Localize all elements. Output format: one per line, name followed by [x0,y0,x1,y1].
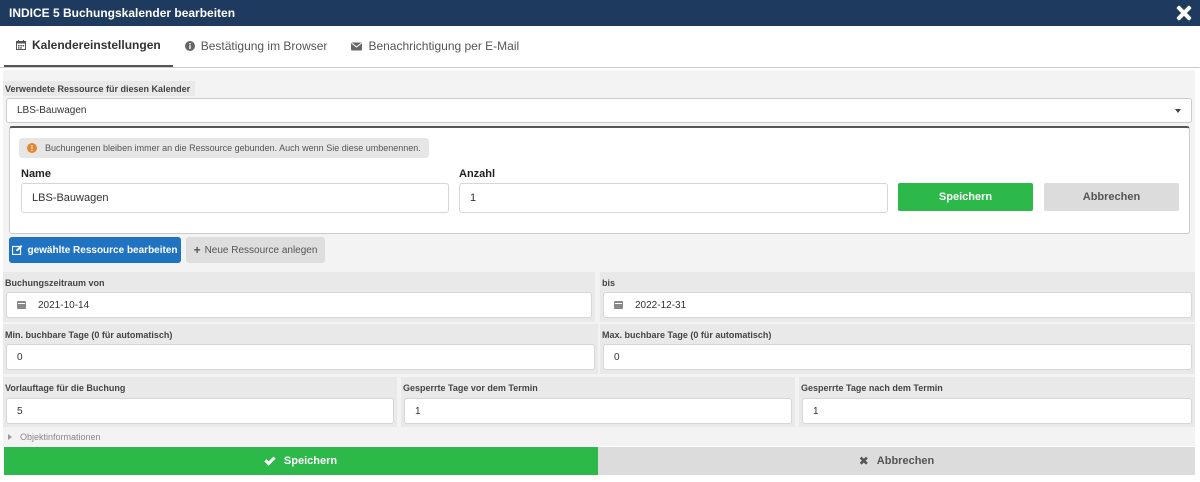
calendar-icon [17,301,26,309]
object-info-toggle[interactable]: Objektinformationen [6,432,101,442]
min-days-label: Min. buchbare Tage (0 für automatisch) [3,327,178,342]
resource-edit-panel: ! Buchungenen bleiben immer an die Resso… [9,126,1190,234]
blocked-before-label: Gesperrte Tage vor dem Termin [401,380,543,395]
min-days-group: Min. buchbare Tage (0 für automatisch) 0 [3,324,598,374]
lead-days-input[interactable]: 5 [6,398,394,424]
warning-icon: ! [27,143,37,153]
edit-resource-label: gewählte Ressource bearbeiten [27,244,178,256]
blocked-before-group: Gesperrte Tage vor dem Termin 1 [401,377,795,427]
panel-cancel-button[interactable]: Abbrechen [1044,183,1179,211]
footer-save-button[interactable]: Speichern [4,447,598,475]
tab-label: Benachrichtigung per E-Mail [368,39,520,53]
plus-icon: + [193,243,201,257]
chevron-down-icon [1175,109,1181,113]
tab-browser-confirmation[interactable]: Bestätigung im Browser [173,25,340,67]
max-days-group: Max. buchbare Tage (0 für automatisch) 0 [600,324,1195,374]
resource-label-wrap: Verwendete Ressource für diesen Kalender [3,79,196,97]
booking-from-input[interactable]: 2021-10-14 [6,292,592,318]
dialog-footer: Speichern ✖ Abbrechen [4,447,1195,475]
max-days-input[interactable]: 0 [603,344,1192,370]
booking-from-group: Buchungszeitraum von 2021-10-14 [3,272,595,322]
blocked-after-input[interactable]: 1 [802,398,1192,424]
panel-save-button[interactable]: Speichern [898,183,1033,211]
resource-select[interactable]: LBS-Bauwagen [6,98,1192,123]
dialog-body: Verwendete Ressource für diesen Kalender… [3,70,1195,446]
booking-to-input[interactable]: 2022-12-31 [603,292,1192,318]
tab-calendar-settings[interactable]: Kalendereinstellungen [4,25,173,67]
lead-days-label: Vorlauftage für die Buchung [3,380,131,395]
tab-label: Kalendereinstellungen [32,38,161,52]
booking-to-label: bis [600,275,621,290]
count-label: Anzahl [459,168,496,180]
warning-notice: ! Buchungenen bleiben immer an die Resso… [19,138,429,158]
tab-email-notification[interactable]: Benachrichtigung per E-Mail [339,25,531,67]
booking-to-value: 2022-12-31 [635,299,687,311]
blocked-before-input[interactable]: 1 [404,398,792,424]
dialog-title: INDICE 5 Buchungskalender bearbeiten [9,6,236,20]
check-icon [264,453,276,466]
warning-text: Buchungenen bleiben immer an die Ressour… [45,143,421,153]
blocked-after-label: Gesperrte Tage nach dem Termin [799,380,948,395]
new-resource-button[interactable]: + Neue Ressource anlegen [186,237,325,263]
edit-resource-button[interactable]: gewählte Ressource bearbeiten [9,237,181,263]
count-input[interactable]: 1 [459,183,888,213]
blocked-after-group: Gesperrte Tage nach dem Termin 1 [799,377,1195,427]
info-icon [184,41,195,51]
close-icon: ✖ [858,454,869,468]
resource-selected-value: LBS-Bauwagen [17,105,87,116]
name-label: Name [21,168,51,180]
booking-from-label: Buchungszeitraum von [3,275,110,290]
tab-label: Bestätigung im Browser [200,39,328,53]
footer-cancel-button[interactable]: ✖ Abbrechen [598,447,1195,475]
booking-from-value: 2021-10-14 [38,299,90,311]
lead-days-group: Vorlauftage für die Buchung 5 [3,377,397,427]
resource-label: Verwendete Ressource für diesen Kalender [3,81,196,96]
envelope-icon [351,42,363,50]
caret-right-icon [8,434,12,440]
name-input[interactable]: LBS-Bauwagen [21,183,449,213]
object-info-label: Objektinformationen [20,432,101,442]
edit-calendar-dialog: INDICE 5 Buchungskalender bearbeiten Kal… [0,0,1200,482]
dialog-titlebar: INDICE 5 Buchungskalender bearbeiten [0,0,1200,26]
calendar-icon [16,40,26,50]
calendar-icon [614,301,623,309]
footer-save-label: Speichern [283,455,338,467]
booking-to-group: bis 2022-12-31 [600,272,1195,322]
footer-cancel-label: Abbrechen [876,455,935,467]
tab-bar: Kalendereinstellungen Bestätigung im Bro… [0,26,1200,68]
close-icon[interactable] [1176,5,1192,21]
edit-icon [12,245,23,255]
max-days-label: Max. buchbare Tage (0 für automatisch) [600,327,777,342]
min-days-input[interactable]: 0 [6,344,595,370]
new-resource-label: Neue Ressource anlegen [204,244,318,256]
